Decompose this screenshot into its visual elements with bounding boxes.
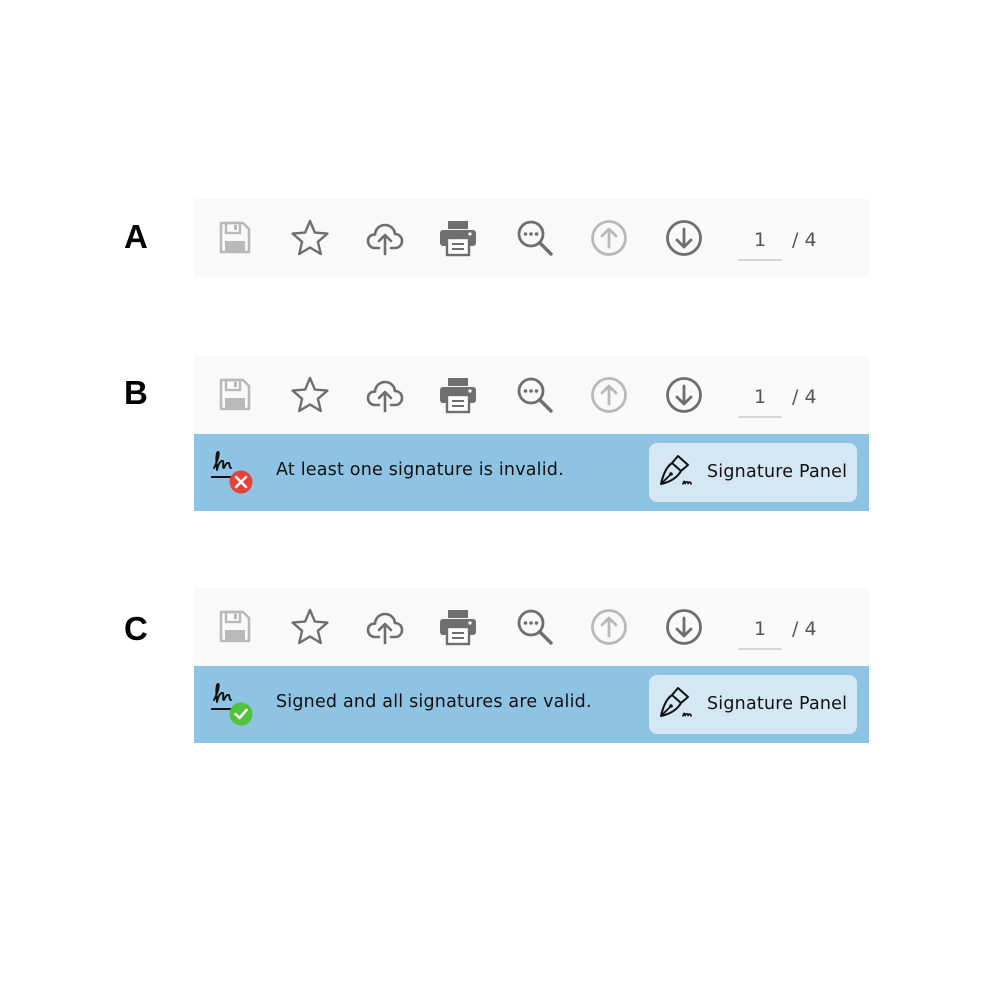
toolbar-a: / 4 <box>194 199 869 277</box>
next-page-button[interactable] <box>663 374 705 416</box>
save-button[interactable] <box>214 374 256 416</box>
upload-button[interactable] <box>364 374 406 416</box>
arrow-up-circle-icon <box>591 377 627 413</box>
print-icon <box>440 378 476 414</box>
next-page-button[interactable] <box>663 217 705 259</box>
page-count: / 4 <box>792 618 817 640</box>
arrow-up-circle-icon <box>591 220 627 256</box>
toolbar-b: / 4 <box>194 356 869 434</box>
search-icon <box>517 220 553 256</box>
signature-panel-button[interactable]: Signature Panel <box>649 675 857 734</box>
bookmark-button[interactable] <box>289 217 331 259</box>
save-icon <box>219 378 251 411</box>
search-button[interactable] <box>514 217 556 259</box>
save-icon <box>219 610 251 643</box>
signature-invalid-icon <box>211 451 253 494</box>
previous-page-button[interactable] <box>588 374 630 416</box>
save-button[interactable] <box>214 606 256 648</box>
section-label-c: C <box>124 610 148 647</box>
signature-panel-label: Signature Panel <box>707 694 848 714</box>
arrow-down-circle-icon <box>666 220 702 256</box>
search-icon <box>517 609 553 645</box>
previous-page-button[interactable] <box>588 217 630 259</box>
upload-button[interactable] <box>364 217 406 259</box>
signature-status-message: Signed and all signatures are valid. <box>276 692 592 712</box>
star-icon <box>291 608 329 645</box>
arrow-down-circle-icon <box>666 377 702 413</box>
print-button[interactable] <box>437 606 479 648</box>
cloud-upload-icon <box>366 223 404 256</box>
search-button[interactable] <box>514 606 556 648</box>
star-icon <box>291 219 329 256</box>
print-icon <box>440 221 476 257</box>
signature-valid-icon <box>211 683 253 726</box>
page-number-input[interactable] <box>738 221 782 261</box>
save-button[interactable] <box>214 217 256 259</box>
arrow-up-circle-icon <box>591 609 627 645</box>
arrow-down-circle-icon <box>666 609 702 645</box>
page-number-input[interactable] <box>738 610 782 650</box>
page-number-input[interactable] <box>738 378 782 418</box>
signature-status-message: At least one signature is invalid. <box>276 460 564 480</box>
save-icon <box>219 221 251 254</box>
upload-button[interactable] <box>364 606 406 648</box>
print-button[interactable] <box>437 217 479 259</box>
section-label-b: B <box>124 374 148 411</box>
section-label-a: A <box>124 218 148 255</box>
cloud-upload-icon <box>366 380 404 413</box>
signature-status-banner-invalid: At least one signature is invalid. Signa… <box>194 434 869 511</box>
pen-nib-icon <box>660 687 692 717</box>
pen-nib-icon <box>660 455 692 485</box>
page-count: / 4 <box>792 229 817 251</box>
next-page-button[interactable] <box>663 606 705 648</box>
bookmark-button[interactable] <box>289 374 331 416</box>
signature-panel-button[interactable]: Signature Panel <box>649 443 857 502</box>
print-button[interactable] <box>437 374 479 416</box>
search-button[interactable] <box>514 374 556 416</box>
signature-status-banner-valid: Signed and all signatures are valid. Sig… <box>194 666 869 743</box>
toolbar-c: / 4 <box>194 588 869 666</box>
page-count: / 4 <box>792 386 817 408</box>
star-icon <box>291 376 329 413</box>
bookmark-button[interactable] <box>289 606 331 648</box>
signature-panel-label: Signature Panel <box>707 462 848 482</box>
print-icon <box>440 610 476 646</box>
cloud-upload-icon <box>366 612 404 645</box>
previous-page-button[interactable] <box>588 606 630 648</box>
search-icon <box>517 377 553 413</box>
